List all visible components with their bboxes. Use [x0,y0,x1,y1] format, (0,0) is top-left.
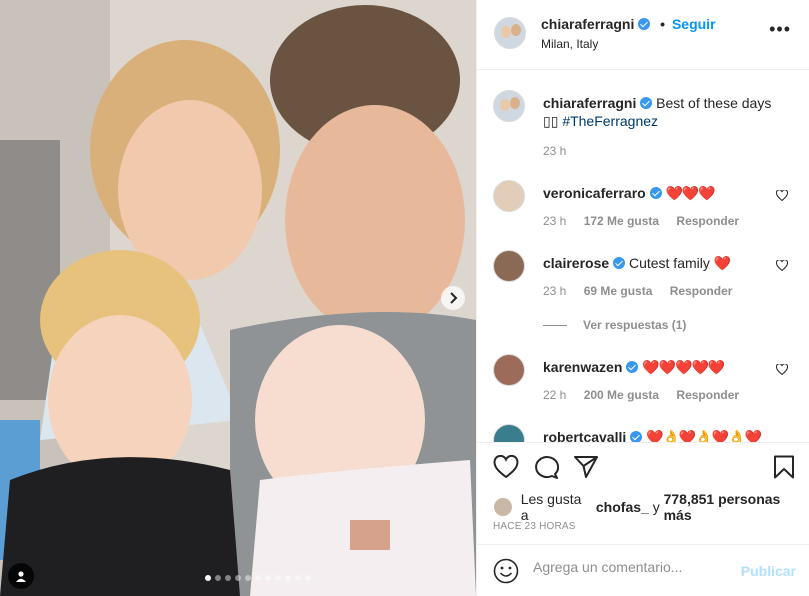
verified-icon [613,257,626,269]
comments-list[interactable]: chiaraferragni Best of these days ▯▯ #Th… [477,70,809,442]
comment-username[interactable]: robertcavalli [543,429,626,442]
verified-icon [630,431,643,442]
post-side-panel: chiaraferragni • Seguir Milan, Italy •••… [476,0,809,596]
carousel-dot [305,575,311,581]
author-username[interactable]: chiaraferragni [541,16,634,32]
post-photo [0,0,476,596]
next-slide-button[interactable] [441,286,465,310]
author-avatar[interactable] [494,17,526,49]
caption-username[interactable]: chiaraferragni [543,95,636,111]
like-comment-heart-icon[interactable] [776,364,788,375]
comment-icon[interactable] [533,455,559,479]
comment-emoji: ❤️❤️❤️ [665,185,716,201]
comment-meta: 23 h 69 Me gusta Responder [543,284,746,298]
comment-username[interactable]: veronicaferraro [543,185,646,201]
comment-username[interactable]: clairerose [543,255,609,271]
carousel-dot [245,575,251,581]
caption-time[interactable]: 23 h [543,144,566,158]
comment-time[interactable]: 23 h [543,284,566,298]
caption-emoji: ▯▯ [543,113,559,129]
header-separator: • [660,16,666,32]
comment-input[interactable] [533,559,733,575]
like-comment-heart-icon[interactable] [776,260,788,271]
view-replies-label: Ver respuestas (1) [583,318,687,332]
replies-divider [543,324,567,326]
carousel-indicators [0,575,476,581]
comment-likes[interactable]: 69 Me gusta [584,284,653,298]
carousel-dot [285,575,291,581]
commenter-avatar[interactable] [493,354,525,386]
comment-meta: 22 h 200 Me gusta Responder [543,388,753,402]
comment-time[interactable]: 22 h [543,388,566,402]
comment-time[interactable]: 23 h [543,214,566,228]
publish-button[interactable]: Publicar [741,563,796,579]
caption-text: Best of these days [656,95,772,111]
post-location[interactable]: Milan, Italy [541,37,598,51]
likes-count[interactable]: 778,851 personas más [664,491,809,523]
chevron-right-icon [450,292,458,304]
more-options-button[interactable]: ••• [769,20,791,38]
view-replies-button[interactable]: Ver respuestas (1) [543,318,686,332]
add-comment-section: Publicar [477,544,809,596]
comment-username[interactable]: karenwazen [543,359,622,375]
comment-text: Cutest family [628,255,710,271]
share-icon[interactable] [573,455,599,479]
comment-likes[interactable]: 172 Me gusta [584,214,659,228]
commenter-avatar[interactable] [493,424,525,442]
verified-icon [638,18,651,30]
post-media[interactable] [0,0,476,596]
post-actions: Les gusta a chofas_ y 778,851 personas m… [477,442,809,544]
carousel-dot [235,575,241,581]
caption-hashtag[interactable]: #TheFerragnez [562,113,658,129]
reply-button[interactable]: Responder [670,284,733,298]
reply-button[interactable]: Responder [676,388,739,402]
post-header: chiaraferragni • Seguir Milan, Italy ••• [477,0,809,70]
liker-avatar[interactable] [493,497,513,517]
comment-emoji: ❤️ [713,255,731,271]
commenter-avatar[interactable] [493,180,525,212]
likes-connector: y [652,499,660,515]
commenter-avatar[interactable] [493,250,525,282]
heart-icon[interactable] [493,455,519,479]
save-icon[interactable] [773,455,795,479]
verified-icon [649,187,662,199]
caption-meta: 23 h [543,144,580,158]
carousel-dot [225,575,231,581]
like-comment-heart-icon[interactable] [776,190,788,201]
post-timestamp[interactable]: HACE 23 HORAS [493,521,576,532]
likes-summary: Les gusta a chofas_ y 778,851 personas m… [493,491,809,523]
carousel-dot [275,575,281,581]
caption-avatar[interactable] [493,90,525,122]
comment-emoji: ❤️❤️❤️❤️❤️ [642,359,725,375]
carousel-dot [265,575,271,581]
carousel-dot [255,575,261,581]
comment-likes[interactable]: 200 Me gusta [584,388,659,402]
likes-first-user[interactable]: chofas_ [596,499,649,515]
likes-prefix: Les gusta a [520,491,582,523]
comment-meta: 23 h 172 Me gusta Responder [543,214,753,228]
verified-icon [626,361,639,373]
carousel-dot [215,575,221,581]
carousel-dot [295,575,301,581]
follow-button[interactable]: Seguir [672,16,716,32]
emoji-icon[interactable] [493,558,519,584]
carousel-dot [205,575,211,581]
reply-button[interactable]: Responder [676,214,739,228]
verified-icon [640,97,653,109]
